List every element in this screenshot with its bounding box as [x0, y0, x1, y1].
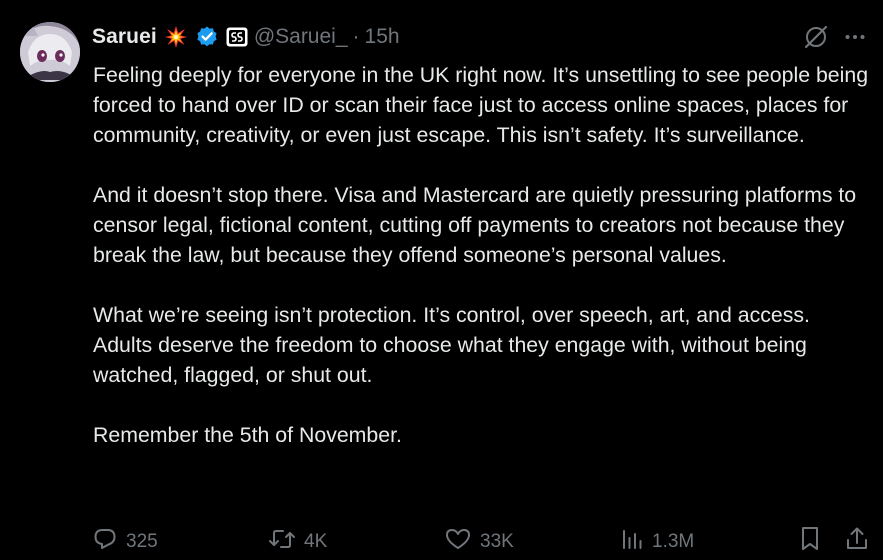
tweet-top-actions [803, 24, 867, 50]
tweet: Saruei @Saruei_ · 15h Feeling deeply for… [0, 0, 883, 560]
tweet-paragraph: And it doesn’t stop there. Visa and Mast… [93, 183, 857, 267]
like-count: 33K [480, 531, 514, 552]
avatar[interactable] [20, 22, 80, 82]
collision-emoji-icon [164, 25, 188, 49]
grok-icon[interactable] [803, 24, 829, 50]
handle[interactable]: @Saruei_ [254, 25, 348, 49]
repost-button[interactable]: 4K [268, 527, 327, 557]
tweet-paragraph: Remember the 5th of November. [93, 423, 402, 447]
share-button[interactable] [844, 527, 870, 557]
reply-count: 325 [126, 531, 158, 552]
timestamp[interactable]: 15h [365, 25, 400, 49]
tweet-action-bar: 325 4K 33K 1.3M [92, 527, 871, 557]
verified-badge-icon[interactable] [195, 25, 219, 49]
bookmark-icon [798, 525, 822, 559]
views-count: 1.3M [652, 531, 695, 552]
analytics-icon [620, 526, 644, 558]
repost-icon [268, 526, 296, 558]
more-options-icon[interactable] [843, 25, 867, 49]
affiliate-badge-icon[interactable] [226, 27, 248, 47]
like-button[interactable]: 33K [444, 527, 514, 557]
repost-count: 4K [304, 531, 328, 552]
tweet-header: Saruei @Saruei_ · 15h [92, 24, 400, 50]
heart-icon [444, 526, 472, 558]
separator-dot: · [352, 25, 360, 48]
tweet-text: Feeling deeply for everyone in the UK ri… [93, 60, 873, 450]
reply-icon [92, 526, 118, 558]
bookmark-button[interactable] [798, 527, 822, 557]
avatar-image [20, 22, 80, 82]
share-icon [844, 525, 870, 559]
tweet-paragraph: What we’re seeing isn’t protection. It’s… [93, 303, 810, 387]
tweet-paragraph: Feeling deeply for everyone in the UK ri… [93, 63, 869, 147]
views-button[interactable]: 1.3M [620, 527, 694, 557]
reply-button[interactable]: 325 [92, 527, 158, 557]
display-name[interactable]: Saruei [92, 25, 157, 49]
